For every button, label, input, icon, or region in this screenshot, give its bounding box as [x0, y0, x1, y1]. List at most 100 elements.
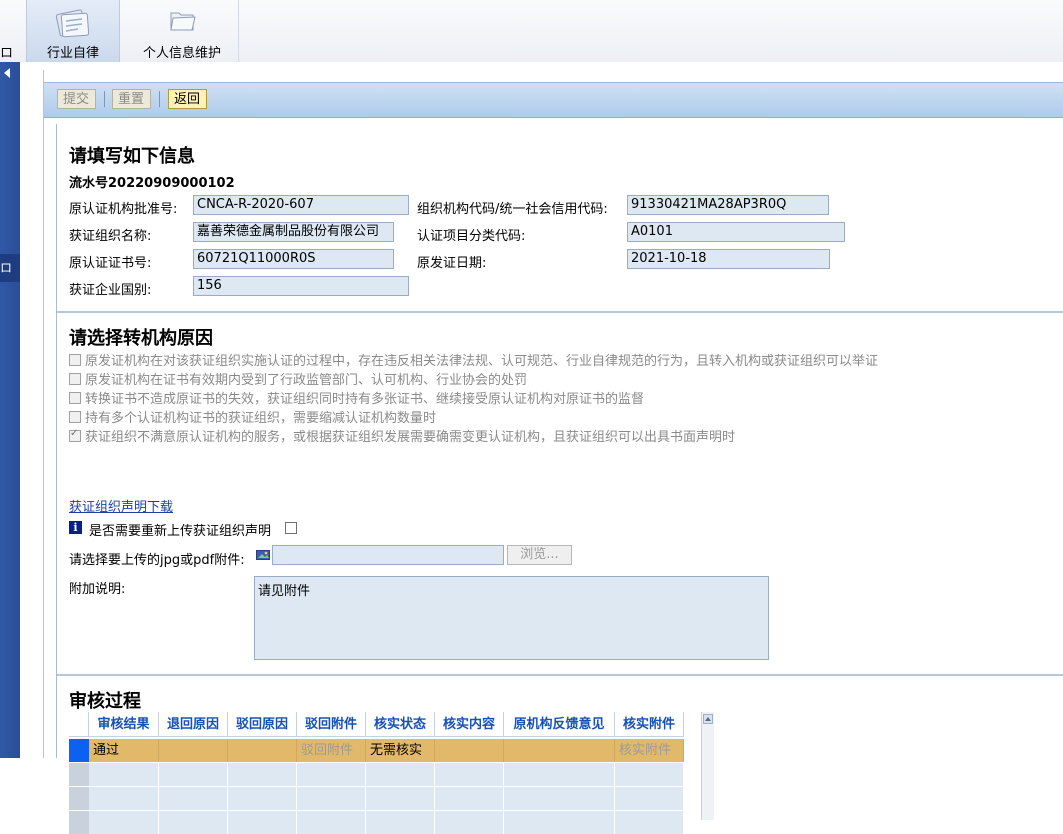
- cell: [297, 811, 366, 834]
- cell: [504, 763, 615, 786]
- cell: [504, 787, 615, 810]
- cell: [228, 787, 297, 810]
- nav-item-cut[interactable]: ロ: [0, 254, 20, 282]
- cell: [615, 763, 684, 786]
- cell: [159, 763, 228, 786]
- org-name-label: 获证组织名称:: [69, 229, 152, 244]
- reason-option-label: 原发证机构在证书有效期内受到了行政监管部门、认可机构、行业协会的处罚: [85, 373, 528, 388]
- reset-button[interactable]: 重置: [112, 89, 151, 109]
- country-field[interactable]: 156: [193, 276, 409, 296]
- browse-button[interactable]: 浏览...: [507, 545, 572, 565]
- reason-option-3[interactable]: 转换证书不造成原证书的失效，获证组织同时持有多张证书、继续接受原认证机构对原证书…: [69, 388, 644, 407]
- reason-option-2[interactable]: 原发证机构在证书有效期内受到了行政监管部门、认可机构、行业协会的处罚: [69, 369, 527, 388]
- main-frame: 提交 重置 返回 请填写如下信息 流水号20220909000102 原认证机构…: [20, 62, 1063, 834]
- reupload-checkbox[interactable]: [285, 522, 297, 534]
- tab-personal-info[interactable]: 个人信息维护: [126, 0, 239, 62]
- col-reject-attachment[interactable]: 驳回附件: [297, 712, 366, 737]
- reason-option-label: 原发证机构在对该获证组织实施认证的过程中，存在违反相关法律法规、认可规范、行业自…: [85, 354, 879, 369]
- scroll-up-icon[interactable]: [703, 714, 713, 724]
- back-button[interactable]: 返回: [168, 89, 207, 109]
- cell: [504, 811, 615, 834]
- top-tab-bar: ロ 行业自律 个人信息维护: [0, 0, 1063, 63]
- form-content: 请填写如下信息 流水号20220909000102 原认证机构批准号: CNCA…: [56, 124, 1063, 834]
- checkbox[interactable]: [69, 354, 81, 366]
- row-selector[interactable]: [69, 763, 89, 786]
- upload-label: 请选择要上传的jpg或pdf附件:: [69, 553, 245, 568]
- reason-option-label: 获证组织不满意原认证机构的服务，或根据获证组织发展需要确需变更认证机构，且获证组…: [85, 430, 736, 445]
- col-verify-attachment[interactable]: 核实附件: [615, 712, 684, 737]
- cell-reject-attachment[interactable]: 驳回附件: [297, 739, 366, 762]
- checkbox[interactable]: [69, 392, 81, 404]
- header-selector: [69, 712, 89, 737]
- section-divider: [57, 311, 1063, 313]
- folder-icon: [166, 4, 198, 40]
- table-scrollbar[interactable]: [701, 712, 714, 820]
- frame-inner: 提交 重置 返回 请填写如下信息 流水号20220909000102 原认证机构…: [43, 70, 1063, 834]
- category-label: 认证项目分类代码:: [417, 229, 526, 244]
- category-field[interactable]: A0101: [627, 222, 845, 242]
- attachment-icon: [256, 549, 270, 560]
- tab-label: 个人信息维护: [142, 46, 221, 61]
- tab-label: 行业自律: [46, 46, 99, 61]
- tab-industry-self-discipline[interactable]: 行业自律: [26, 0, 120, 62]
- toolbar-separator: [159, 91, 160, 107]
- document-stack-icon: [52, 4, 94, 46]
- submit-button[interactable]: 提交: [57, 89, 96, 109]
- cell: [366, 787, 435, 810]
- cell-reject-reason: [228, 739, 297, 762]
- cell: [435, 787, 504, 810]
- cell: [159, 811, 228, 834]
- issue-date-field[interactable]: 2021-10-18: [627, 249, 830, 269]
- cell: [89, 811, 159, 834]
- checkbox-checked[interactable]: [69, 428, 81, 442]
- reason-option-label: 转换证书不造成原证书的失效，获证组织同时持有多张证书、继续接受原认证机构对原证书…: [85, 392, 645, 407]
- declaration-download-link[interactable]: 获证组织声明下载: [69, 496, 173, 515]
- cell: [89, 763, 159, 786]
- col-review-result[interactable]: 审核结果: [89, 712, 159, 737]
- cell-orig-feedback: [504, 739, 615, 762]
- cell: [366, 763, 435, 786]
- cell: [228, 811, 297, 834]
- col-verify-content[interactable]: 核实内容: [435, 712, 504, 737]
- reason-option-5[interactable]: 获证组织不满意原认证机构的服务，或根据获证组织发展需要确需变更认证机构，且获证组…: [69, 426, 735, 445]
- remark-textarea[interactable]: 请见附件: [254, 576, 769, 660]
- row-selector[interactable]: [69, 787, 89, 810]
- col-orig-feedback[interactable]: 原机构反馈意见: [504, 712, 615, 737]
- serial-number: 流水号20220909000102: [69, 176, 235, 191]
- remark-label: 附加说明:: [69, 582, 126, 597]
- cell-verify-status: 无需核实: [366, 739, 435, 762]
- reason-option-1[interactable]: 原发证机构在对该获证组织实施认证的过程中，存在违反相关法律法规、认可规范、行业自…: [69, 350, 878, 369]
- col-return-reason[interactable]: 退回原因: [159, 712, 228, 737]
- cell: [435, 763, 504, 786]
- cell: [228, 763, 297, 786]
- issue-date-label: 原发证日期:: [417, 256, 487, 271]
- col-reject-reason[interactable]: 驳回原因: [228, 712, 297, 737]
- checkbox[interactable]: [69, 373, 81, 385]
- cell: [297, 787, 366, 810]
- review-table: 审核结果 退回原因 驳回原因 驳回附件 核实状态 核实内容 原机构反馈意见 核实…: [69, 712, 701, 834]
- info-section-title: 请填写如下信息: [69, 146, 195, 167]
- reason-option-4[interactable]: 持有多个认证机构证书的获证组织，需要缩减认证机构数量时: [69, 407, 436, 426]
- cell: [366, 811, 435, 834]
- collapse-left-icon[interactable]: [4, 68, 10, 78]
- reason-section-title: 请选择转机构原因: [69, 328, 213, 349]
- attachment-file-input[interactable]: [272, 545, 504, 565]
- info-icon: i: [69, 521, 82, 534]
- section-divider: [57, 674, 1063, 676]
- row-selector[interactable]: [69, 811, 89, 834]
- orig-approval-label: 原认证机构批准号:: [69, 202, 178, 217]
- org-code-label: 组织机构代码/统一社会信用代码:: [417, 202, 608, 217]
- cell-verify-attachment[interactable]: 核实附件: [615, 739, 684, 762]
- orig-approval-field[interactable]: CNCA-R-2020-607: [193, 195, 409, 215]
- col-verify-status[interactable]: 核实状态: [366, 712, 435, 737]
- checkbox[interactable]: [69, 411, 81, 423]
- org-name-field[interactable]: 嘉善荣德金属制品股份有限公司: [193, 222, 394, 242]
- cell: [435, 811, 504, 834]
- row-selector[interactable]: [69, 739, 89, 762]
- review-section-title: 审核过程: [69, 691, 141, 712]
- cell-verify-content: [435, 739, 504, 762]
- country-label: 获证企业国别:: [69, 283, 152, 298]
- org-code-field[interactable]: 91330421MA28AP3R0Q: [627, 195, 829, 215]
- cell: [297, 763, 366, 786]
- cert-no-field[interactable]: 60721Q11000R0S: [193, 249, 394, 269]
